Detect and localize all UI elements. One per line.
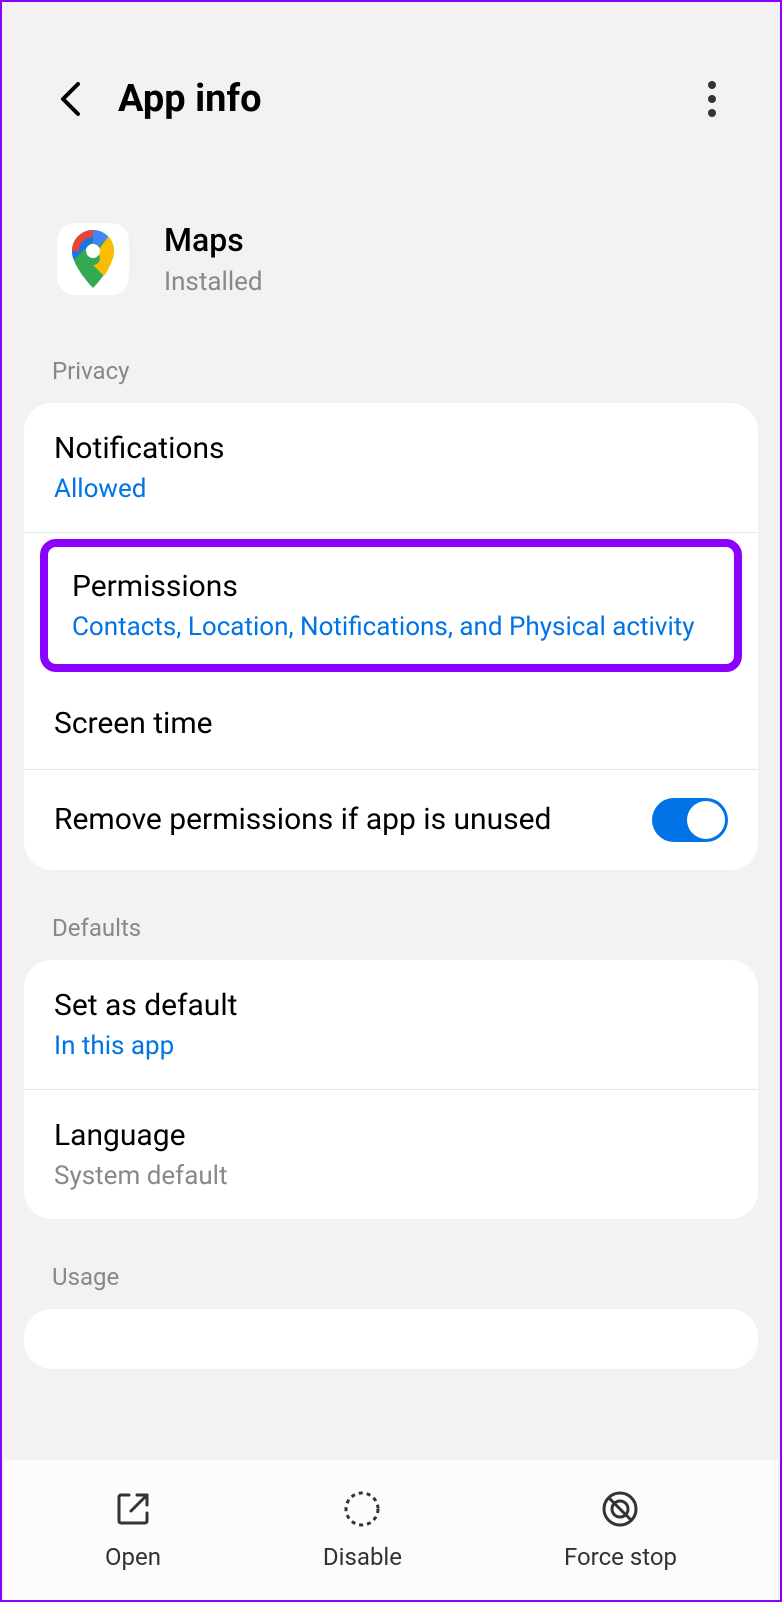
disable-button[interactable]: Disable xyxy=(323,1489,402,1571)
usage-card xyxy=(24,1309,758,1369)
back-button[interactable] xyxy=(52,81,88,117)
app-header: Maps Installed xyxy=(2,161,780,337)
app-name: Maps xyxy=(164,221,263,259)
permissions-row[interactable]: Permissions Contacts, Location, Notifica… xyxy=(40,539,742,672)
screen-time-row[interactable]: Screen time xyxy=(24,678,758,770)
remove-permissions-row[interactable]: Remove permissions if app is unused xyxy=(24,770,758,870)
section-label-usage: Usage xyxy=(2,1243,780,1309)
set-default-value: In this app xyxy=(54,1031,728,1061)
remove-permissions-title: Remove permissions if app is unused xyxy=(54,799,551,841)
language-title: Language xyxy=(54,1118,728,1153)
notifications-value: Allowed xyxy=(54,474,728,504)
permissions-value: Contacts, Location, Notifications, and P… xyxy=(72,612,710,642)
open-label: Open xyxy=(105,1543,161,1571)
set-default-title: Set as default xyxy=(54,988,728,1023)
force-stop-icon xyxy=(600,1489,640,1529)
remove-permissions-toggle[interactable] xyxy=(652,798,728,842)
disable-icon xyxy=(342,1489,382,1529)
set-default-row[interactable]: Set as default In this app xyxy=(24,960,758,1090)
section-label-defaults: Defaults xyxy=(2,894,780,960)
more-vertical-icon xyxy=(708,81,716,117)
privacy-card: Notifications Allowed Permissions Contac… xyxy=(24,403,758,870)
app-status: Installed xyxy=(164,267,263,297)
open-icon xyxy=(113,1489,153,1529)
open-button[interactable]: Open xyxy=(105,1489,161,1571)
permissions-title: Permissions xyxy=(72,569,710,604)
section-label-privacy: Privacy xyxy=(2,337,780,403)
force-stop-label: Force stop xyxy=(564,1543,677,1571)
disable-label: Disable xyxy=(323,1543,402,1571)
maps-pin-icon xyxy=(72,230,114,288)
language-sub: System default xyxy=(54,1161,728,1191)
bottom-bar: Open Disable Force stop xyxy=(4,1460,778,1600)
more-button[interactable] xyxy=(694,81,730,117)
app-icon xyxy=(57,223,129,295)
force-stop-button[interactable]: Force stop xyxy=(564,1489,677,1571)
page-title: App info xyxy=(118,77,694,121)
notifications-row[interactable]: Notifications Allowed xyxy=(24,403,758,533)
defaults-card: Set as default In this app Language Syst… xyxy=(24,960,758,1219)
chevron-left-icon xyxy=(59,81,81,117)
header: App info xyxy=(2,2,780,161)
app-info-text: Maps Installed xyxy=(164,221,263,297)
notifications-title: Notifications xyxy=(54,431,728,466)
screen-time-title: Screen time xyxy=(54,706,728,741)
language-row[interactable]: Language System default xyxy=(24,1090,758,1219)
